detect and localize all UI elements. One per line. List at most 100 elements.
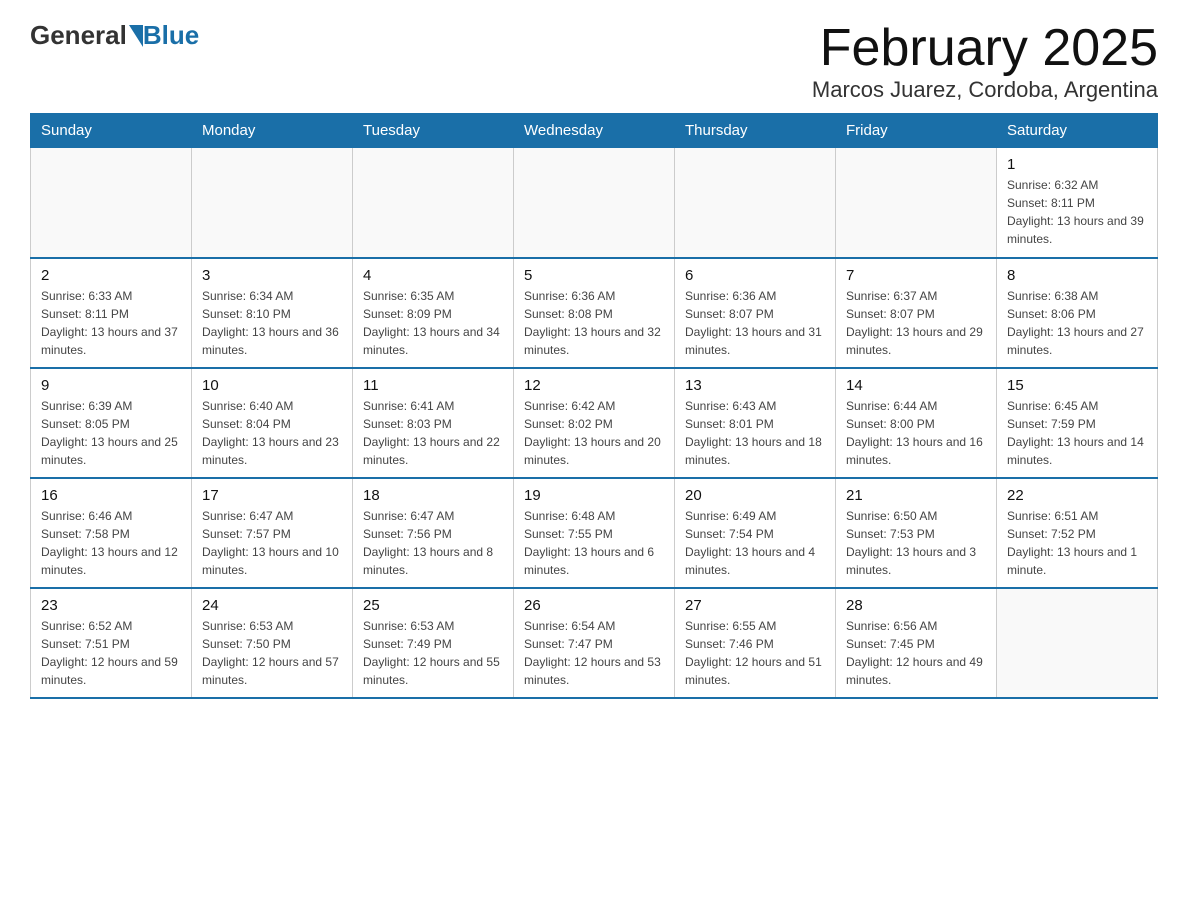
day-info: Sunrise: 6:54 AM Sunset: 7:47 PM Dayligh…: [524, 617, 664, 689]
day-number: 20: [685, 487, 825, 504]
calendar-week-5: 23Sunrise: 6:52 AM Sunset: 7:51 PM Dayli…: [31, 588, 1158, 698]
calendar-cell: 7 Sunrise: 6:37 AM Sunset: 8:07 PM Daylig…: [836, 258, 997, 368]
day-number: 11: [363, 377, 503, 394]
calendar-week-2: 2 Sunrise: 6:33 AM Sunset: 8:11 PM Daylig…: [31, 258, 1158, 368]
day-info: Sunrise: 6:52 AM Sunset: 7:51 PM Dayligh…: [41, 617, 181, 689]
day-info: Sunrise: 6:42 AM Sunset: 8:02 PM Dayligh…: [524, 397, 664, 469]
day-number: 16: [41, 487, 181, 504]
day-info: Sunrise: 6:41 AM Sunset: 8:03 PM Dayligh…: [363, 397, 503, 469]
day-number: 15: [1007, 377, 1147, 394]
day-number: 7: [846, 267, 986, 284]
day-info: Sunrise: 6:55 AM Sunset: 7:46 PM Dayligh…: [685, 617, 825, 689]
calendar-cell: 4 Sunrise: 6:35 AM Sunset: 8:09 PM Daylig…: [353, 258, 514, 368]
calendar-week-1: 1 Sunrise: 6:32 AM Sunset: 8:11 PM Daylig…: [31, 148, 1158, 258]
day-number: 21: [846, 487, 986, 504]
day-info: Sunrise: 6:49 AM Sunset: 7:54 PM Dayligh…: [685, 507, 825, 579]
calendar-cell: 28 Sunrise: 6:56 AM Sunset: 7:45 PM Dayli…: [836, 588, 997, 698]
calendar-cell: 12 Sunrise: 6:42 AM Sunset: 8:02 PM Dayli…: [514, 368, 675, 478]
day-number: 18: [363, 487, 503, 504]
calendar-header-row: SundayMondayTuesdayWednesdayThursdayFrid…: [31, 114, 1158, 148]
day-info: Sunrise: 6:43 AM Sunset: 8:01 PM Dayligh…: [685, 397, 825, 469]
calendar-cell: 25 Sunrise: 6:53 AM Sunset: 7:49 PM Dayli…: [353, 588, 514, 698]
day-number: 5: [524, 267, 664, 284]
calendar-cell: 18Sunrise: 6:47 AM Sunset: 7:56 PM Dayli…: [353, 478, 514, 588]
day-number: 10: [202, 377, 342, 394]
day-number: 24: [202, 597, 342, 614]
calendar-cell: 9Sunrise: 6:39 AM Sunset: 8:05 PM Daylig…: [31, 368, 192, 478]
calendar-cell: 20 Sunrise: 6:49 AM Sunset: 7:54 PM Dayli…: [675, 478, 836, 588]
calendar-cell: [31, 148, 192, 258]
day-number: 2: [41, 267, 181, 284]
calendar-week-4: 16 Sunrise: 6:46 AM Sunset: 7:58 PM Dayli…: [31, 478, 1158, 588]
day-number: 19: [524, 487, 664, 504]
calendar-week-3: 9Sunrise: 6:39 AM Sunset: 8:05 PM Daylig…: [31, 368, 1158, 478]
calendar-cell: 3 Sunrise: 6:34 AM Sunset: 8:10 PM Daylig…: [192, 258, 353, 368]
day-info: Sunrise: 6:50 AM Sunset: 7:53 PM Dayligh…: [846, 507, 986, 579]
day-info: Sunrise: 6:35 AM Sunset: 8:09 PM Dayligh…: [363, 287, 503, 359]
header-friday: Friday: [836, 114, 997, 148]
calendar-cell: [675, 148, 836, 258]
calendar-cell: 27 Sunrise: 6:55 AM Sunset: 7:46 PM Dayli…: [675, 588, 836, 698]
calendar-cell: 21 Sunrise: 6:50 AM Sunset: 7:53 PM Dayli…: [836, 478, 997, 588]
day-number: 6: [685, 267, 825, 284]
header-tuesday: Tuesday: [353, 114, 514, 148]
calendar-cell: 16 Sunrise: 6:46 AM Sunset: 7:58 PM Dayli…: [31, 478, 192, 588]
day-number: 12: [524, 377, 664, 394]
day-info: Sunrise: 6:53 AM Sunset: 7:49 PM Dayligh…: [363, 617, 503, 689]
calendar-cell: 10Sunrise: 6:40 AM Sunset: 8:04 PM Dayli…: [192, 368, 353, 478]
calendar-cell: [192, 148, 353, 258]
logo: General Blue: [30, 20, 199, 51]
day-info: Sunrise: 6:36 AM Sunset: 8:07 PM Dayligh…: [685, 287, 825, 359]
day-number: 22: [1007, 487, 1147, 504]
calendar-cell: 26Sunrise: 6:54 AM Sunset: 7:47 PM Dayli…: [514, 588, 675, 698]
day-info: Sunrise: 6:37 AM Sunset: 8:07 PM Dayligh…: [846, 287, 986, 359]
calendar-cell: [514, 148, 675, 258]
calendar-cell: 23Sunrise: 6:52 AM Sunset: 7:51 PM Dayli…: [31, 588, 192, 698]
calendar-table: SundayMondayTuesdayWednesdayThursdayFrid…: [30, 113, 1158, 699]
day-number: 13: [685, 377, 825, 394]
day-number: 25: [363, 597, 503, 614]
day-info: Sunrise: 6:56 AM Sunset: 7:45 PM Dayligh…: [846, 617, 986, 689]
location-title: Marcos Juarez, Cordoba, Argentina: [812, 77, 1158, 103]
day-info: Sunrise: 6:32 AM Sunset: 8:11 PM Dayligh…: [1007, 176, 1147, 248]
calendar-cell: 22Sunrise: 6:51 AM Sunset: 7:52 PM Dayli…: [997, 478, 1158, 588]
page-header: General Blue February 2025 Marcos Juarez…: [30, 20, 1158, 103]
header-thursday: Thursday: [675, 114, 836, 148]
calendar-cell: 19 Sunrise: 6:48 AM Sunset: 7:55 PM Dayli…: [514, 478, 675, 588]
calendar-cell: [836, 148, 997, 258]
day-info: Sunrise: 6:48 AM Sunset: 7:55 PM Dayligh…: [524, 507, 664, 579]
calendar-cell: 8Sunrise: 6:38 AM Sunset: 8:06 PM Daylig…: [997, 258, 1158, 368]
calendar-cell: 24 Sunrise: 6:53 AM Sunset: 7:50 PM Dayli…: [192, 588, 353, 698]
calendar-cell: 15 Sunrise: 6:45 AM Sunset: 7:59 PM Dayli…: [997, 368, 1158, 478]
day-info: Sunrise: 6:45 AM Sunset: 7:59 PM Dayligh…: [1007, 397, 1147, 469]
calendar-cell: 11 Sunrise: 6:41 AM Sunset: 8:03 PM Dayli…: [353, 368, 514, 478]
day-info: Sunrise: 6:53 AM Sunset: 7:50 PM Dayligh…: [202, 617, 342, 689]
day-number: 27: [685, 597, 825, 614]
month-title: February 2025: [812, 20, 1158, 77]
calendar-cell: [997, 588, 1158, 698]
day-number: 3: [202, 267, 342, 284]
day-number: 4: [363, 267, 503, 284]
day-info: Sunrise: 6:36 AM Sunset: 8:08 PM Dayligh…: [524, 287, 664, 359]
day-info: Sunrise: 6:44 AM Sunset: 8:00 PM Dayligh…: [846, 397, 986, 469]
day-number: 1: [1007, 156, 1147, 173]
calendar-cell: 17 Sunrise: 6:47 AM Sunset: 7:57 PM Dayli…: [192, 478, 353, 588]
logo-blue-text: Blue: [143, 20, 199, 51]
header-sunday: Sunday: [31, 114, 192, 148]
calendar-cell: 6 Sunrise: 6:36 AM Sunset: 8:07 PM Daylig…: [675, 258, 836, 368]
logo-general-text: General: [30, 20, 127, 51]
day-number: 28: [846, 597, 986, 614]
calendar-cell: [353, 148, 514, 258]
calendar-cell: 1 Sunrise: 6:32 AM Sunset: 8:11 PM Daylig…: [997, 148, 1158, 258]
header-monday: Monday: [192, 114, 353, 148]
header-saturday: Saturday: [997, 114, 1158, 148]
day-info: Sunrise: 6:33 AM Sunset: 8:11 PM Dayligh…: [41, 287, 181, 359]
day-info: Sunrise: 6:34 AM Sunset: 8:10 PM Dayligh…: [202, 287, 342, 359]
day-info: Sunrise: 6:46 AM Sunset: 7:58 PM Dayligh…: [41, 507, 181, 579]
title-section: February 2025 Marcos Juarez, Cordoba, Ar…: [812, 20, 1158, 103]
day-info: Sunrise: 6:47 AM Sunset: 7:57 PM Dayligh…: [202, 507, 342, 579]
day-info: Sunrise: 6:38 AM Sunset: 8:06 PM Dayligh…: [1007, 287, 1147, 359]
day-number: 9: [41, 377, 181, 394]
day-number: 17: [202, 487, 342, 504]
logo-triangle-icon: [129, 25, 143, 47]
